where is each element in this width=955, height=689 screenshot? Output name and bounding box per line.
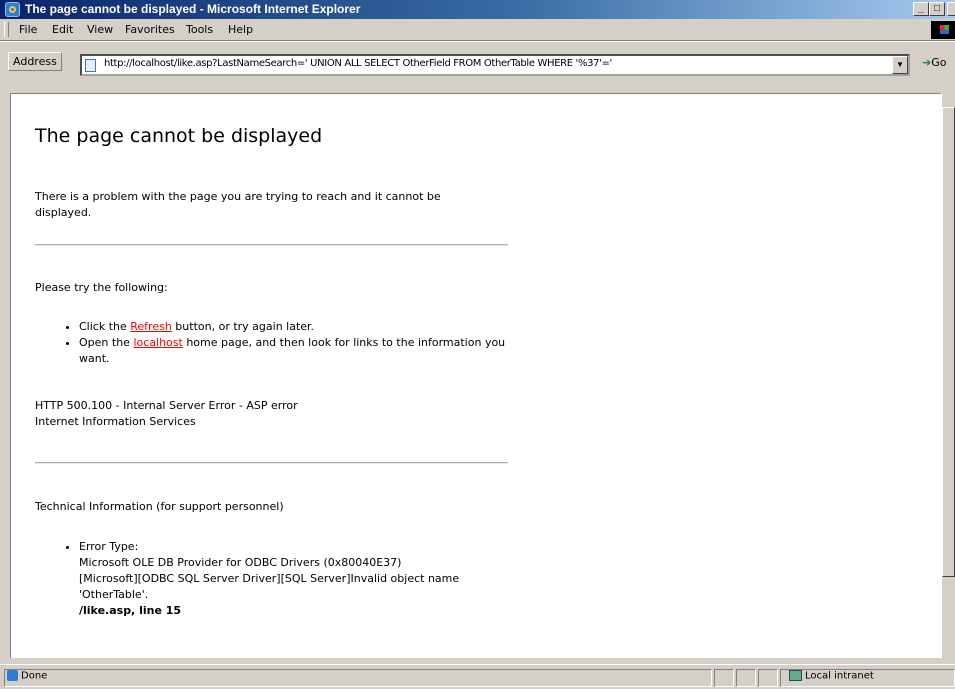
status-bar: Done Local intranet xyxy=(0,664,955,689)
page-icon xyxy=(85,59,96,72)
toolbar-grip[interactable] xyxy=(4,22,9,37)
windows-logo-icon xyxy=(931,21,955,39)
menu-favorites[interactable]: Favorites xyxy=(125,23,175,36)
tech-heading: Technical Information (for support perso… xyxy=(35,500,284,513)
menu-bar: File Edit View Favorites Tools Help xyxy=(0,19,955,41)
go-label: Go xyxy=(931,56,947,69)
bullet1-text: Click the xyxy=(79,320,131,333)
page-done-icon xyxy=(7,670,18,681)
menu-file[interactable]: File xyxy=(19,23,37,36)
vertical-scrollbar[interactable] xyxy=(941,93,955,658)
error-message: [Microsoft][ODBC SQL Server Driver][SQL … xyxy=(79,572,460,601)
error-code: HTTP 500.100 - Internal Server Error - A… xyxy=(35,399,298,412)
scrollbar-thumb[interactable] xyxy=(942,107,955,577)
maximize-button[interactable]: □ xyxy=(929,2,945,16)
window-title: The page cannot be displayed - Microsoft… xyxy=(25,2,361,16)
menu-view[interactable]: View xyxy=(87,23,113,36)
error-info: HTTP 500.100 - Internal Server Error - A… xyxy=(35,398,298,430)
page-content: The page cannot be displayed There is a … xyxy=(10,93,941,658)
error-location: /like.asp, line 15 xyxy=(79,604,182,617)
server-name: Internet Information Services xyxy=(35,415,196,428)
localhost-link[interactable]: localhost xyxy=(133,336,182,349)
menu-edit[interactable]: Edit xyxy=(52,23,73,36)
address-bar: Address http://localhost/like.asp?LastNa… xyxy=(0,41,955,91)
minimize-button[interactable]: _ xyxy=(913,2,929,16)
list-item: Open the localhost home page, and then l… xyxy=(79,335,509,367)
refresh-link[interactable]: Refresh xyxy=(130,320,172,333)
close-button[interactable] xyxy=(947,2,955,16)
bullet2-text: Open the xyxy=(79,336,134,349)
error-type-label: Error Type: xyxy=(79,540,139,553)
divider xyxy=(35,462,508,464)
status-pane xyxy=(714,669,734,687)
list-item: Click the Refresh button, or try again l… xyxy=(79,319,509,335)
bullet1-text-end: button, or try again later. xyxy=(171,320,315,333)
status-pane xyxy=(736,669,756,687)
status-text: Done xyxy=(21,670,48,682)
menu-tools[interactable]: Tools xyxy=(186,23,213,36)
address-url[interactable]: http://localhost/like.asp?LastNameSearch… xyxy=(104,58,612,69)
status-pane xyxy=(758,669,778,687)
list-item: Error Type: Microsoft OLE DB Provider fo… xyxy=(79,539,519,619)
try-heading: Please try the following: xyxy=(35,281,168,294)
page-title: The page cannot be displayed xyxy=(35,125,323,147)
tech-list: Error Type: Microsoft OLE DB Provider fo… xyxy=(65,539,519,619)
address-label: Address xyxy=(8,52,62,71)
intranet-icon xyxy=(789,670,802,681)
title-bar: The page cannot be displayed - Microsoft… xyxy=(0,0,955,19)
suggestion-list: Click the Refresh button, or try again l… xyxy=(65,319,509,367)
zone-pane: Local intranet xyxy=(780,669,955,687)
address-dropdown-button[interactable]: ▼ xyxy=(892,56,908,74)
intro-text: There is a problem with the page you are… xyxy=(35,190,441,219)
address-input[interactable]: http://localhost/like.asp?LastNameSearch… xyxy=(80,54,910,76)
status-text-pane: Done xyxy=(4,669,712,687)
error-provider: Microsoft OLE DB Provider for ODBC Drive… xyxy=(79,556,402,569)
go-button[interactable]: ➜Go xyxy=(922,56,946,69)
ie-icon xyxy=(5,2,20,17)
go-arrow-icon: ➜ xyxy=(922,56,932,69)
divider xyxy=(35,244,508,246)
zone-text: Local intranet xyxy=(805,670,874,682)
menu-help[interactable]: Help xyxy=(228,23,253,36)
